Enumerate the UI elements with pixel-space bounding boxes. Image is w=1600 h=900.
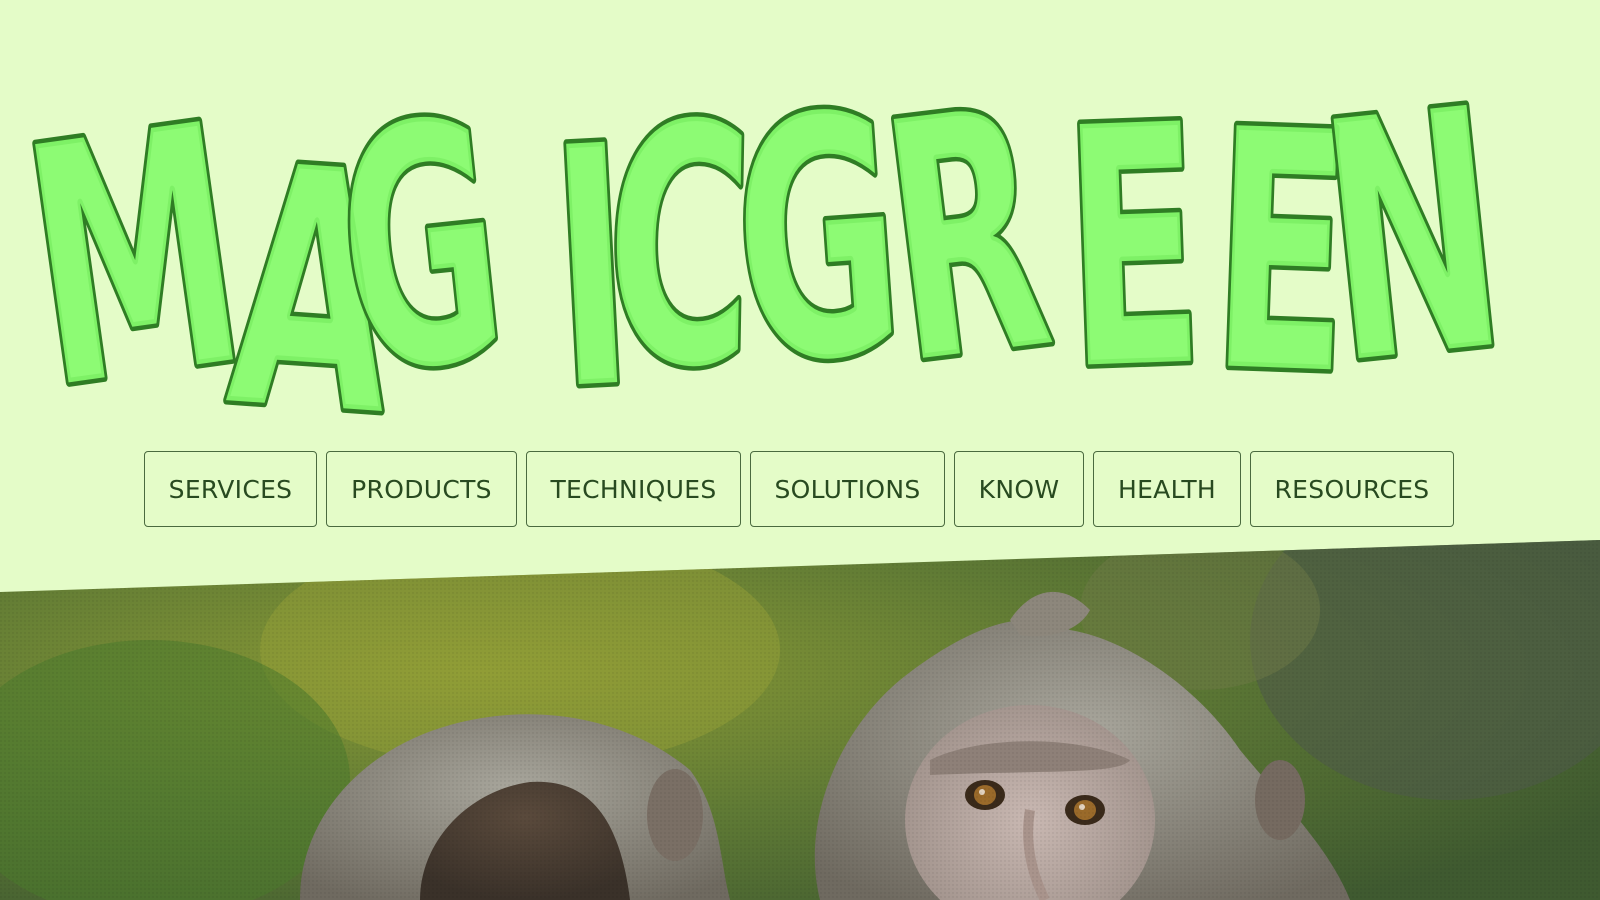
site-logo[interactable]: M A G I C G R E E N <box>0 0 1600 430</box>
main-nav: SERVICES PRODUCTS TECHNIQUES SOLUTIONS K… <box>144 451 1454 529</box>
nav-health[interactable]: HEALTH <box>1093 451 1241 527</box>
hero-image <box>0 540 1600 900</box>
nav-techniques[interactable]: TECHNIQUES <box>526 451 741 527</box>
monkey-photo-icon <box>0 540 1600 900</box>
logo-letter: E <box>1059 55 1208 430</box>
nav-services[interactable]: SERVICES <box>144 451 317 527</box>
nav-resources[interactable]: RESOURCES <box>1250 451 1454 527</box>
page: M A G I C G R E E N SERVICES PRODUCTS TE… <box>0 0 1600 900</box>
nav-solutions[interactable]: SOLUTIONS <box>750 451 945 527</box>
nav-products[interactable]: PRODUCTS <box>326 451 517 527</box>
logo-letter: M <box>7 53 262 430</box>
logo-wordmark: M A G I C G R E E N <box>4 34 1522 430</box>
nav-know[interactable]: KNOW <box>954 451 1084 527</box>
